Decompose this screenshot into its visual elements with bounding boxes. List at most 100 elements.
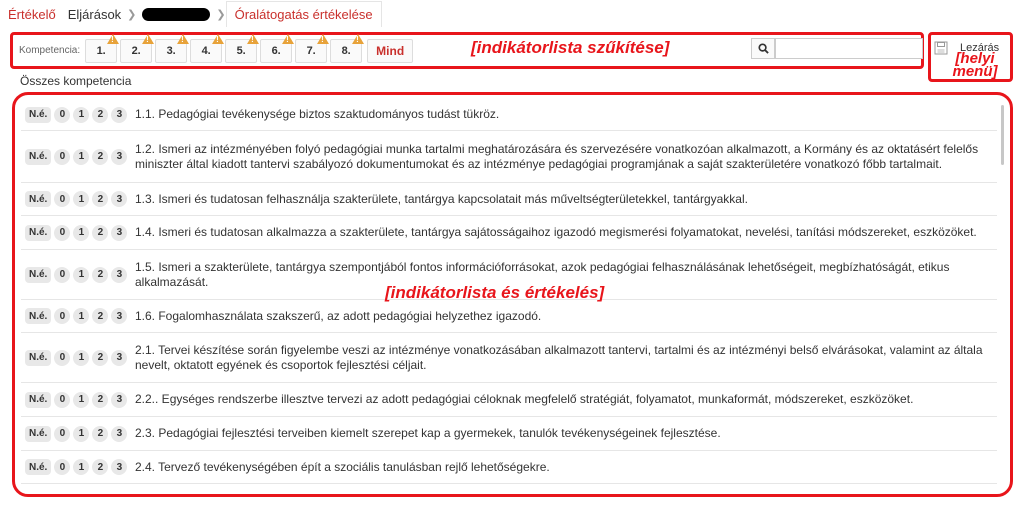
indicator-list: N.é. 0 1 2 3 1.1. Pedagógiai tevékenysége biz…: [12, 92, 1013, 497]
rating-not-evaluated-button[interactable]: N.é.: [25, 106, 52, 123]
warning-icon: [212, 33, 225, 44]
rating-not-evaluated-button[interactable]: N.é.: [25, 425, 52, 442]
rating-not-evaluated-button[interactable]: N.é.: [25, 349, 52, 366]
indicator-row: N.é. 0 1 2 3 1.1. Pedagógiai tevékenysége biz…: [21, 99, 997, 131]
rating-button-0[interactable]: 0: [54, 308, 71, 324]
rating-not-evaluated-button[interactable]: N.é.: [25, 224, 52, 241]
rating-buttons: N.é. 0 1 2 3: [21, 191, 135, 207]
search-icon: [757, 43, 769, 54]
indicator-row: N.é. 0 1 2 3 1.4. Ismeri és tudatosan alkalma…: [21, 216, 997, 250]
rating-buttons: N.é. 0 1 2 3: [21, 425, 135, 442]
competency-label: Kompetencia:: [19, 45, 81, 56]
competency-button-5[interactable]: 5.: [225, 33, 260, 63]
indicator-text: 1.4. Ismeri és tudatosan alkalmazza a sz…: [135, 225, 977, 239]
rating-button-1[interactable]: 1: [73, 459, 90, 475]
rating-not-evaluated-button[interactable]: N.é.: [25, 308, 52, 324]
competency-button-8[interactable]: 8.: [330, 33, 365, 63]
chevron-right-icon: ❯: [127, 8, 137, 21]
competency-button-2[interactable]: 2.: [120, 33, 155, 63]
rating-button-3[interactable]: 3: [111, 191, 128, 207]
breadcrumb-current[interactable]: Óralátogatás értékelése: [225, 1, 382, 27]
rating-button-2[interactable]: 2: [92, 224, 109, 241]
competency-button-3[interactable]: 3.: [155, 33, 190, 63]
rating-button-2[interactable]: 2: [92, 349, 109, 366]
rating-button-0[interactable]: 0: [54, 266, 71, 283]
warning-icon: [317, 33, 330, 44]
rating-button-2[interactable]: 2: [92, 191, 109, 207]
rating-button-3[interactable]: 3: [111, 459, 128, 475]
search-input[interactable]: [775, 38, 923, 59]
indicator-text: 2.4. Tervező tevékenységében épít a szoc…: [135, 459, 550, 474]
rating-button-2[interactable]: 2: [92, 459, 109, 475]
rating-buttons: N.é. 0 1 2 3: [21, 349, 135, 366]
indicator-text: 1.1. Pedagógiai tevékenysége biztos szak…: [135, 107, 500, 121]
rating-button-3[interactable]: 3: [111, 425, 128, 442]
list-annotation: [indikátorlista és értékelés]: [385, 283, 605, 302]
breadcrumb-root-link[interactable]: Értékelő: [0, 7, 62, 22]
rating-button-3[interactable]: 3: [111, 308, 128, 324]
rating-button-3[interactable]: 3: [111, 349, 128, 366]
rating-button-2[interactable]: 2: [92, 425, 109, 442]
rating-button-1[interactable]: 1: [73, 349, 90, 366]
rating-not-evaluated-button[interactable]: N.é.: [25, 391, 52, 408]
rating-button-0[interactable]: 0: [54, 191, 71, 207]
indicator-text: 1.2. Ismeri az intézményében folyó pedag…: [135, 141, 979, 171]
rating-button-0[interactable]: 0: [54, 425, 71, 442]
rating-button-2[interactable]: 2: [92, 266, 109, 283]
rating-button-0[interactable]: 0: [54, 459, 71, 475]
indicator-row: N.é. 0 1 2 3 1.3. Ismeri és tudatosan felhasz…: [21, 183, 997, 216]
rating-button-1[interactable]: 1: [73, 425, 90, 442]
rating-button-2[interactable]: 2: [92, 308, 109, 324]
competency-button-1[interactable]: 1.: [85, 33, 120, 63]
rating-button-2[interactable]: 2: [92, 391, 109, 408]
rating-button-1[interactable]: 1: [73, 148, 90, 165]
rating-not-evaluated-button[interactable]: N.é.: [25, 459, 52, 475]
rating-button-3[interactable]: 3: [111, 106, 128, 123]
rating-button-3[interactable]: 3: [111, 391, 128, 408]
rating-button-0[interactable]: 0: [54, 391, 71, 408]
chevron-right-icon: ❯: [216, 8, 226, 21]
rating-button-1[interactable]: 1: [73, 224, 90, 241]
indicator-row: N.é. 0 1 2 3 1.2. Ismeri az intézményében fol…: [21, 131, 997, 183]
rating-buttons: N.é. 0 1 2 3: [21, 224, 135, 241]
rating-buttons: N.é. 0 1 2 3: [21, 148, 135, 165]
rating-button-0[interactable]: 0: [54, 224, 71, 241]
rating-not-evaluated-button[interactable]: N.é.: [25, 266, 52, 283]
rating-button-0[interactable]: 0: [54, 349, 71, 366]
competency-filter-toolbar: Kompetencia: 1. 2. 3. 4. 5. 6. 7. 8. Min…: [10, 32, 924, 69]
indicator-row: N.é. 0 1 2 3 2.2.. Egységes rendszerbe illesz…: [21, 383, 997, 417]
all-competencies-button[interactable]: Mind: [367, 38, 414, 63]
rating-button-1[interactable]: 1: [73, 191, 90, 207]
section-title: Összes kompetencia: [20, 74, 132, 88]
competency-button-6[interactable]: 6.: [260, 33, 295, 63]
rating-buttons: N.é. 0 1 2 3: [21, 391, 135, 408]
rating-button-1[interactable]: 1: [73, 391, 90, 408]
rating-button-0[interactable]: 0: [54, 106, 71, 123]
rating-button-1[interactable]: 1: [73, 106, 90, 123]
warning-icon: [177, 33, 190, 44]
scrollbar[interactable]: [1001, 105, 1004, 165]
competency-button-4[interactable]: 4.: [190, 33, 225, 63]
search-button[interactable]: [751, 38, 775, 59]
local-menu: Lezárás [helyi menü]: [928, 32, 1013, 82]
rating-button-3[interactable]: 3: [111, 266, 128, 283]
indicator-text: 2.3. Pedagógiai fejlesztési terveiben ki…: [135, 426, 721, 440]
rating-button-3[interactable]: 3: [111, 148, 128, 165]
rating-not-evaluated-button[interactable]: N.é.: [25, 191, 52, 207]
rating-button-1[interactable]: 1: [73, 266, 90, 283]
rating-button-1[interactable]: 1: [73, 308, 90, 324]
rating-not-evaluated-button[interactable]: N.é.: [25, 148, 52, 165]
filter-annotation: [indikátorlista szűkítése]: [471, 38, 670, 57]
rating-buttons: N.é. 0 1 2 3: [21, 106, 135, 123]
breadcrumb-procedures-link[interactable]: Eljárások: [62, 7, 127, 22]
rating-button-3[interactable]: 3: [111, 224, 128, 241]
rating-buttons: N.é. 0 1 2 3: [21, 459, 135, 475]
rating-buttons: N.é. 0 1 2 3: [21, 308, 135, 324]
rating-button-2[interactable]: 2: [92, 106, 109, 123]
warning-icon: [247, 33, 260, 44]
indicator-text: 2.1. Tervei készítése során figyelembe v…: [135, 342, 983, 372]
competency-button-7[interactable]: 7.: [295, 33, 330, 63]
rating-button-2[interactable]: 2: [92, 148, 109, 165]
rating-button-0[interactable]: 0: [54, 148, 71, 165]
rating-buttons: N.é. 0 1 2 3: [21, 266, 135, 283]
